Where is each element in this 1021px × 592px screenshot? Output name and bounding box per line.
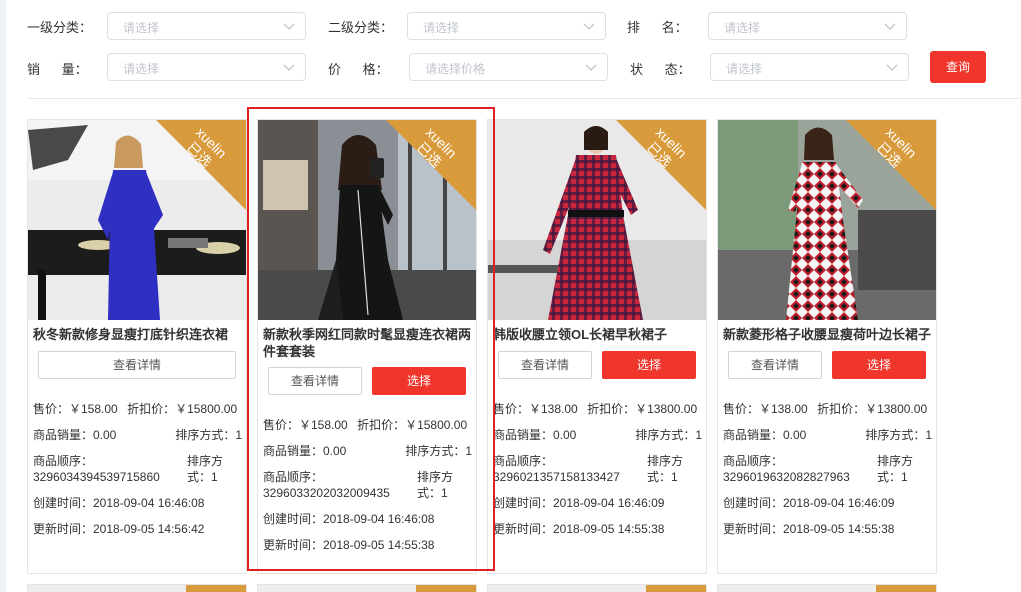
select-button[interactable]: 选择	[602, 351, 696, 379]
updated-time: 更新时间：2018-09-05 14:55:38	[493, 522, 665, 536]
sort-method-text: 排序方式：1	[175, 428, 242, 442]
rank-select[interactable]: 请选择	[708, 12, 907, 40]
discount-price-text: 折扣价：￥15800.00	[357, 418, 468, 432]
sort-method-text: 排序方式：1	[187, 454, 224, 484]
order-label: 商品顺序：	[723, 454, 784, 468]
product-image-black-dress[interactable]: xuelin 已选	[258, 120, 476, 320]
chevron-down-icon	[884, 23, 896, 30]
chevron-down-icon	[283, 64, 295, 71]
product-title: 秋冬新款修身显瘦打底针织连衣裙	[33, 327, 229, 342]
divider	[28, 98, 1021, 99]
rank-placeholder: 请选择	[724, 21, 761, 35]
discount-price-text: 折扣价：￥13800.00	[587, 402, 698, 416]
product-image-blue-dress[interactable]: xuelin 已选	[28, 120, 246, 320]
created-time: 创建时间：2018-09-04 16:46:09	[723, 496, 895, 510]
product-card: xuelin 已选 新款秋季网红同款时髦显瘦连衣裙两件套套装 查看详情 选择 售…	[257, 119, 477, 574]
price-text: 售价：￥138.00	[723, 402, 808, 416]
product-card-next-row	[27, 584, 247, 592]
filter-label-category2: 二级分类：	[328, 20, 394, 35]
product-card-next-row	[257, 584, 477, 592]
price-placeholder: 请选择价格	[425, 62, 486, 76]
product-image-plaid-dress[interactable]: xuelin 已选	[488, 120, 706, 320]
created-time: 创建时间：2018-09-04 16:46:08	[263, 512, 435, 526]
created-time: 创建时间：2018-09-04 16:46:09	[493, 496, 665, 510]
product-card: xuelin 已选 韩版收腰立领OL长裙早秋裙子 查看详情 选择 售价：￥138…	[487, 119, 707, 574]
updated-time: 更新时间：2018-09-05 14:55:38	[723, 522, 895, 536]
order-value: 3296021357158133427	[493, 470, 620, 484]
order-label: 商品顺序：	[263, 470, 324, 484]
select-button[interactable]: 选择	[832, 351, 926, 379]
product-title: 韩版收腰立领OL长裙早秋裙子	[493, 327, 668, 342]
filter-label-category1: 一级分类：	[27, 20, 93, 35]
sort-method-text: 排序方式：1	[405, 444, 472, 458]
updated-time: 更新时间：2018-09-05 14:55:38	[263, 538, 435, 552]
filter-label-status: 状 态：	[630, 62, 691, 77]
sort-method-text: 排序方式：1	[647, 454, 684, 484]
category1-placeholder: 请选择	[123, 21, 160, 35]
discount-price-text: 折扣价：￥15800.00	[127, 402, 238, 416]
sort-method-text: 排序方式：1	[877, 454, 914, 484]
sales-select[interactable]: 请选择	[107, 53, 306, 81]
filter-label-price: 价 格：	[328, 62, 389, 77]
chevron-down-icon	[583, 23, 595, 30]
price-select[interactable]: 请选择价格	[409, 53, 608, 81]
sort-method-text: 排序方式：1	[865, 428, 932, 442]
order-value: 3296019632082827963	[723, 470, 850, 484]
status-select[interactable]: 请选择	[710, 53, 909, 81]
view-details-button[interactable]: 查看详情	[728, 351, 822, 379]
product-card: xuelin 已选 新款菱形格子收腰显瘦荷叶边长裙子 查看详情 选择 售价：￥1…	[717, 119, 937, 574]
order-value: 3296034394539715860	[33, 470, 160, 484]
chevron-down-icon	[283, 23, 295, 30]
updated-time: 更新时间：2018-09-05 14:56:42	[33, 522, 205, 536]
discount-price-text: 折扣价：￥13800.00	[817, 402, 928, 416]
sort-method-text: 排序方式：1	[417, 470, 454, 500]
order-label: 商品顺序：	[33, 454, 94, 468]
filter-label-rank: 排 名：	[627, 20, 688, 35]
query-button[interactable]: 查询	[930, 51, 986, 83]
filter-label-sales: 销 量：	[27, 62, 88, 77]
product-card-next-row	[487, 584, 707, 592]
sales-text: 商品销量：0.00	[723, 428, 807, 442]
sales-text: 商品销量：0.00	[33, 428, 117, 442]
select-button[interactable]: 选择	[372, 367, 466, 395]
product-image-diamond-dress[interactable]: xuelin 已选	[718, 120, 936, 320]
order-value: 3296033202032009435	[263, 486, 390, 500]
category1-select[interactable]: 请选择	[107, 12, 306, 40]
view-details-button[interactable]: 查看详情	[268, 367, 362, 395]
sort-method-text: 排序方式：1	[635, 428, 702, 442]
price-text: 售价：￥158.00	[33, 402, 118, 416]
created-time: 创建时间：2018-09-04 16:46:08	[33, 496, 205, 510]
view-details-button[interactable]: 查看详情	[498, 351, 592, 379]
category2-placeholder: 请选择	[423, 21, 460, 35]
order-label: 商品顺序：	[493, 454, 554, 468]
chevron-down-icon	[886, 64, 898, 71]
product-card: xuelin 已选 秋冬新款修身显瘦打底针织连衣裙 查看详情 售价：￥158.0…	[27, 119, 247, 574]
sales-text: 商品销量：0.00	[263, 444, 347, 458]
view-details-button[interactable]: 查看详情	[38, 351, 236, 379]
product-title: 新款菱形格子收腰显瘦荷叶边长裙子	[723, 327, 932, 342]
category2-select[interactable]: 请选择	[407, 12, 606, 40]
product-title: 新款秋季网红同款时髦显瘦连衣裙两件套套装	[263, 327, 472, 359]
product-card-next-row	[717, 584, 937, 592]
price-text: 售价：￥158.00	[263, 418, 348, 432]
sales-placeholder: 请选择	[123, 62, 160, 76]
chevron-down-icon	[585, 64, 597, 71]
status-placeholder: 请选择	[726, 62, 763, 76]
sales-text: 商品销量：0.00	[493, 428, 577, 442]
filter-bar: 一级分类： 请选择 二级分类： 请选择 排 名： 请选择 销 量： 请选择 价 …	[0, 0, 1021, 100]
price-text: 售价：￥138.00	[493, 402, 578, 416]
